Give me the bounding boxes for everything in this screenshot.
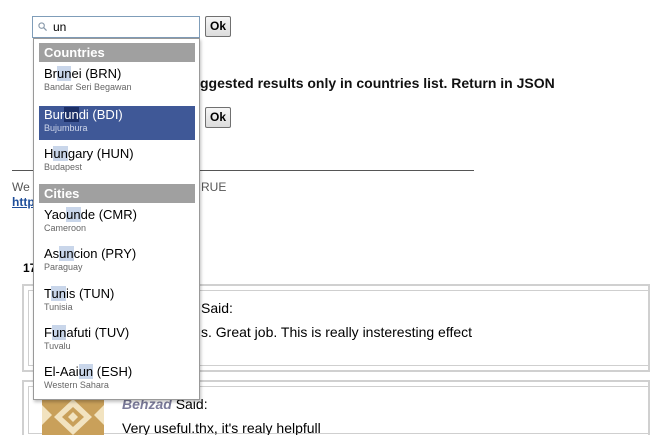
suggestion-name-post: ei (BRN) [71, 66, 122, 81]
suggestion-name-match: un [78, 364, 94, 379]
avatar [42, 395, 104, 435]
section-heading: ggested results only in countries list. … [200, 75, 555, 91]
suggestion-name-match: un [51, 286, 66, 301]
suggestion-item[interactable]: Asuncion (PRY) Paraguay [39, 245, 195, 279]
suggestion-name-post: gary (HUN) [67, 146, 134, 161]
suggestion-name-pre: Yao [44, 207, 67, 222]
suggestion-name-post: di (BDI) [78, 107, 123, 122]
suggestion-subtitle: Western Sahara [44, 380, 109, 390]
suggestion-item[interactable]: Hungary (HUN) Budapest [39, 145, 195, 179]
search-field[interactable] [32, 16, 200, 38]
suggestion-name-post: afuti (TUV) [66, 325, 130, 340]
suggestion-name-match: un [51, 325, 67, 340]
suggestion-name-post: de (CMR) [80, 207, 137, 222]
link[interactable]: http [12, 195, 35, 209]
search-icon [38, 22, 47, 31]
autocomplete-dropdown: Countries Brunei (BRN) Bandar Seri Begawan… [33, 38, 200, 400]
suggestion-subtitle: Tunisia [44, 302, 73, 312]
group-header-1: Cities [39, 184, 195, 203]
suggestion-name-pre: El-Aai [44, 364, 79, 379]
ok-button[interactable]: Ok [205, 16, 231, 37]
suggestion-name-match: un [66, 207, 81, 222]
comment-text: s. Great job. This is really insterestin… [201, 324, 473, 340]
suggestion-subtitle: Bujumbura [44, 123, 88, 133]
group-header-0: Countries [39, 43, 195, 62]
suggestion-name: El-Aaiun (ESH) [44, 363, 195, 380]
suggestion-name-match: un [57, 66, 72, 81]
avatar-pattern-icon [42, 395, 104, 435]
suggestion-name-pre: Br [44, 66, 57, 81]
suggestion-name-match: un [53, 146, 68, 161]
suggestion-name: Yaounde (CMR) [44, 206, 195, 223]
search-input[interactable] [53, 19, 193, 35]
suggestion-item[interactable]: Burundi (BDI) Bujumbura [39, 106, 195, 140]
suggestion-name: Brunei (BRN) [44, 65, 195, 82]
suggestion-subtitle: Bandar Seri Begawan [44, 82, 132, 92]
second-ok-button[interactable]: Ok [205, 107, 231, 128]
said-label: Said: [201, 300, 233, 316]
suggestion-name-pre: As [44, 246, 60, 261]
suggestion-item[interactable]: Funafuti (TUV) Tuvalu [39, 324, 195, 358]
suggestion-subtitle: Budapest [44, 162, 83, 172]
suggestion-name-match: un [59, 246, 74, 261]
suggestion-name-post: cion (PRY) [73, 246, 137, 261]
option-text: RUE [201, 180, 227, 194]
suggestion-item[interactable]: Brunei (BRN) Bandar Seri Begawan [39, 65, 195, 99]
suggestion-subtitle: Tuvalu [44, 341, 71, 351]
suggestion-name: Asuncion (PRY) [44, 245, 195, 262]
suggestion-name: Burundi (BDI) [44, 106, 195, 123]
suggestion-name-match: un [64, 107, 79, 122]
suggestion-name-pre: Bur [44, 107, 65, 122]
suggestion-item[interactable]: Tunis (TUN) Tunisia [39, 285, 195, 319]
suggestion-name: Funafuti (TUV) [44, 324, 195, 341]
intro-text: We [12, 180, 30, 194]
suggestion-name: Tunis (TUN) [44, 285, 195, 302]
comment-text: Very useful.thx, it's realy helpfull [122, 420, 321, 435]
suggestion-subtitle: Paraguay [44, 262, 83, 272]
suggestion-item[interactable]: El-Aaiun (ESH) Western Sahara [39, 363, 195, 397]
suggestion-subtitle: Cameroon [44, 223, 87, 233]
comment-header: Said: [201, 300, 233, 316]
suggestion-item[interactable]: Yaounde (CMR) Cameroon [39, 206, 195, 240]
suggestion-name-pre: H [44, 146, 54, 161]
suggestion-name: Hungary (HUN) [44, 145, 195, 162]
suggestion-name-post: is (TUN) [65, 286, 115, 301]
suggestion-name-pre: F [44, 325, 52, 340]
suggestion-name-post: (ESH) [93, 364, 133, 379]
